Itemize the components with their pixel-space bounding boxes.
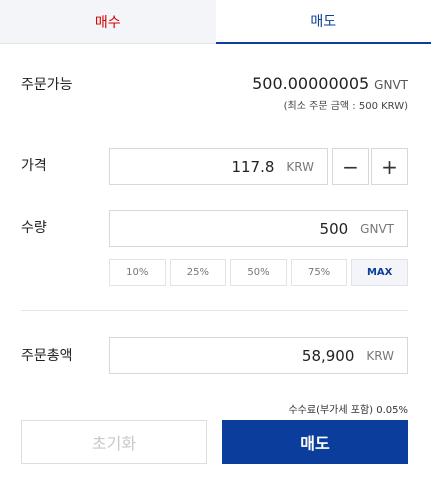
order-tabs: 매수 매도 <box>0 0 431 44</box>
quantity-value: 500 <box>319 219 349 238</box>
percent-50-button[interactable]: 50% <box>230 259 287 286</box>
total-value: 58,900 <box>301 346 355 365</box>
percent-max-button[interactable]: MAX <box>351 259 408 286</box>
total-input[interactable]: 58,900 KRW <box>109 337 408 374</box>
available-unit: GNVT <box>374 78 408 92</box>
quantity-percent-buttons: 10% 25% 50% 75% MAX <box>109 259 408 286</box>
available-amount: 500.00000005 GNVT <box>252 74 408 93</box>
quantity-input[interactable]: 500 GNVT <box>109 210 408 247</box>
reset-button[interactable]: 초기화 <box>21 420 207 464</box>
percent-25-button[interactable]: 25% <box>169 259 227 286</box>
sell-button[interactable]: 매도 <box>222 420 408 464</box>
price-value: 117.8 <box>231 157 275 176</box>
divider <box>21 310 408 311</box>
min-order-note: (최소 주문 금액 : 500 KRW) <box>283 101 408 112</box>
price-increase-button[interactable]: + <box>371 148 408 185</box>
quantity-unit: GNVT <box>360 221 394 236</box>
available-label: 주문가능 <box>21 77 73 93</box>
total-label: 주문총액 <box>21 348 73 364</box>
price-input[interactable]: 117.8 KRW <box>109 148 328 185</box>
price-unit: KRW <box>286 159 314 174</box>
percent-10-button[interactable]: 10% <box>109 259 166 286</box>
tab-buy[interactable]: 매수 <box>0 0 216 44</box>
price-decrease-button[interactable]: − <box>332 148 369 185</box>
total-unit: KRW <box>366 348 394 363</box>
price-label: 가격 <box>21 158 47 174</box>
quantity-label: 수량 <box>21 220 47 236</box>
percent-75-button[interactable]: 75% <box>290 259 348 286</box>
tab-sell[interactable]: 매도 <box>215 0 431 44</box>
available-value: 500.00000005 <box>252 74 370 93</box>
fee-note: 수수료(부가세 포함) 0.05% <box>288 405 408 416</box>
